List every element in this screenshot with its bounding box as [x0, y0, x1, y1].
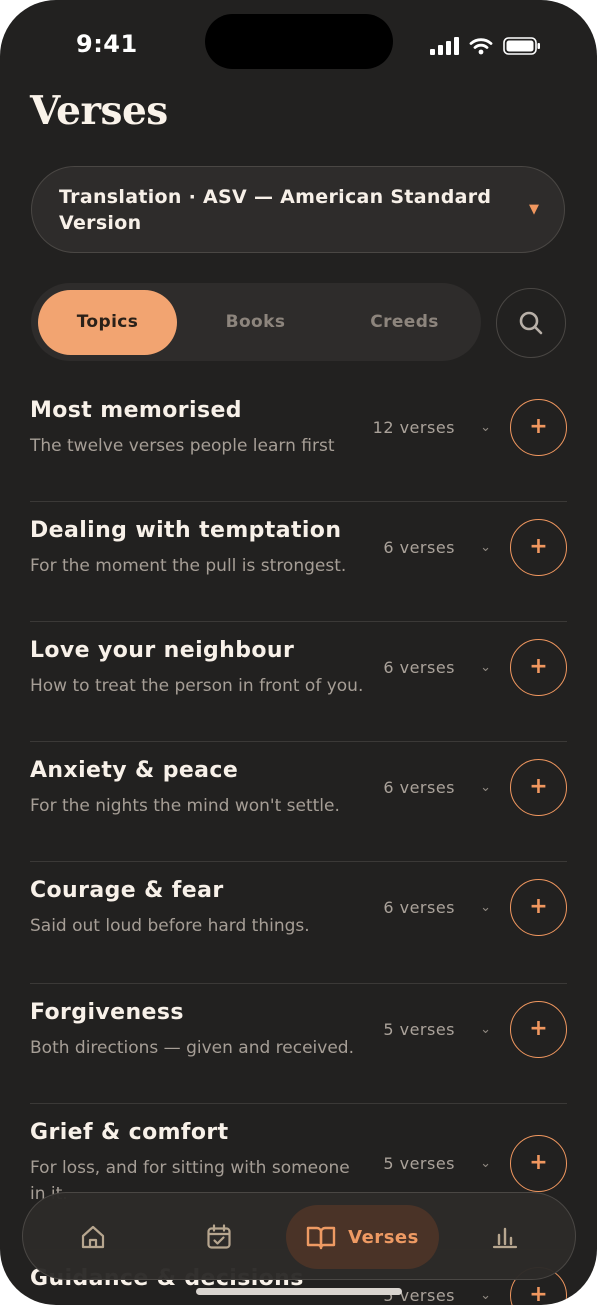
search-button[interactable] [496, 288, 566, 358]
translation-selector[interactable]: Translation · ASV — American Standard Ve… [31, 166, 565, 253]
chevron-down-icon: ▼ [529, 202, 539, 217]
segmented-control: Topics Books Creeds [31, 283, 481, 361]
topic-title: Dealing with temptation [30, 518, 342, 543]
verse-count: 6 verses [383, 778, 455, 797]
list-item[interactable]: Dealing with temptation For the moment t… [30, 502, 567, 622]
topic-subtitle: Said out loud before hard things. [30, 916, 310, 936]
verse-count: 5 verses [383, 1154, 455, 1173]
chevron-down-icon[interactable]: ⌄ [480, 780, 491, 795]
battery-icon [503, 37, 540, 55]
list-item[interactable]: Courage & fear Said out loud before hard… [30, 862, 567, 984]
topic-title: Most memorised [30, 398, 242, 423]
topic-title: Forgiveness [30, 1000, 184, 1025]
add-button[interactable]: + [510, 1135, 567, 1192]
topic-title: Grief & comfort [30, 1120, 229, 1145]
list-item[interactable]: Anxiety & peace For the nights the mind … [30, 742, 567, 862]
status-icons [430, 36, 541, 56]
bar-chart-icon [492, 1227, 518, 1249]
translation-label: Translation · ASV — American Standard Ve… [59, 186, 492, 234]
topic-subtitle: For the nights the mind won't settle. [30, 796, 340, 816]
verse-count: 6 verses [383, 538, 455, 557]
add-button[interactable]: + [510, 879, 567, 936]
list-item[interactable]: Most memorised The twelve verses people … [30, 382, 567, 502]
add-button[interactable]: + [510, 759, 567, 816]
home-indicator [196, 1288, 402, 1295]
chevron-down-icon[interactable]: ⌄ [480, 1022, 491, 1037]
tab-label: Verses [348, 1226, 419, 1248]
chevron-down-icon[interactable]: ⌄ [480, 540, 491, 555]
topic-subtitle: The twelve verses people learn first [30, 436, 335, 456]
home-icon [81, 1225, 105, 1249]
add-button[interactable]: + [510, 1001, 567, 1058]
list-item[interactable]: Love your neighbour How to treat the per… [30, 622, 567, 742]
tab-verses[interactable]: Verses [286, 1205, 439, 1269]
topic-title: Anxiety & peace [30, 758, 239, 783]
wifi-icon [469, 38, 493, 55]
topic-subtitle: For the moment the pull is strongest. [30, 556, 347, 576]
add-button[interactable]: + [510, 519, 567, 576]
tab-topics[interactable]: Topics [38, 290, 177, 355]
tab-progress[interactable] [465, 1205, 545, 1269]
verse-count: 6 verses [383, 658, 455, 677]
chevron-down-icon[interactable]: ⌄ [480, 1156, 491, 1171]
list-item[interactable]: Forgiveness Both directions — given and … [30, 984, 567, 1104]
verse-count: 6 verses [383, 898, 455, 917]
tab-home[interactable] [53, 1205, 133, 1269]
bottom-tab-bar: Verses [22, 1192, 576, 1280]
tab-creeds[interactable]: Creeds [335, 290, 474, 355]
phone-screen: 9:41 Verses Translation · ASV — American… [0, 0, 597, 1305]
topic-subtitle: How to treat the person in front of you. [30, 676, 364, 696]
topic-title: Love your neighbour [30, 638, 295, 663]
cellular-signal-icon [430, 37, 459, 55]
search-icon [519, 311, 543, 335]
calendar-check-icon [207, 1224, 231, 1249]
topic-subtitle: Both directions — given and received. [30, 1038, 354, 1058]
tab-books[interactable]: Books [186, 290, 325, 355]
chevron-down-icon[interactable]: ⌄ [480, 420, 491, 435]
add-button[interactable]: + [510, 639, 567, 696]
add-button[interactable]: + [510, 399, 567, 456]
page-title: Verses [30, 88, 168, 134]
chevron-down-icon[interactable]: ⌄ [480, 660, 491, 675]
status-time: 9:41 [76, 30, 138, 58]
book-open-icon [306, 1226, 336, 1250]
dynamic-island [205, 14, 393, 69]
verse-count: 12 verses [372, 418, 455, 437]
chevron-down-icon[interactable]: ⌄ [480, 1288, 491, 1303]
tab-plan[interactable] [179, 1205, 259, 1269]
verse-count: 5 verses [383, 1020, 455, 1039]
topic-title: Courage & fear [30, 878, 224, 903]
chevron-down-icon[interactable]: ⌄ [480, 900, 491, 915]
